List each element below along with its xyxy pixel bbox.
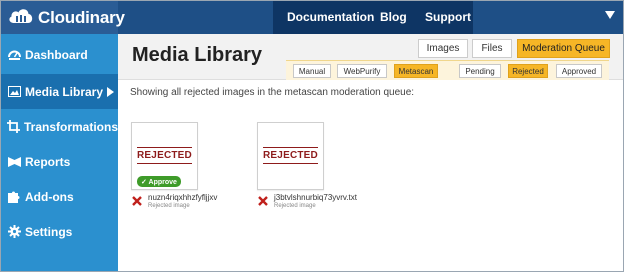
sidebar-item-reports[interactable]: Reports [1,144,118,179]
sidebar-item-transformations[interactable]: Transformations [1,109,118,144]
queue-description: Showing all rejected images in the metas… [130,87,415,98]
moderation-filter-bar: Manual WebPurify Metascan Pending Reject… [286,60,609,80]
filter-manual[interactable]: Manual [293,64,331,78]
filter-pending[interactable]: Pending [459,64,501,78]
app-window: Cloudinary Documentation Blog Support Da… [0,0,624,272]
filter-metascan[interactable]: Metascan [394,64,438,78]
nav-documentation[interactable]: Documentation [287,10,374,24]
puzzle-icon [7,190,21,204]
sidebar-item-label: Settings [25,224,73,239]
sidebar: Dashboard Media Library Transformations … [1,34,118,271]
logo-text: Cloudinary [38,7,125,27]
nav-blog[interactable]: Blog [380,10,407,24]
stamp-line-bottom [137,163,192,164]
cloud-logo-icon [7,4,35,31]
reports-icon [7,155,21,169]
main-content: Media Library Images Files Moderation Qu… [118,34,623,271]
rejected-stamp: REJECTED [137,150,192,161]
media-filename[interactable]: nuzn4riqxhhzfyfljjxv [148,193,217,202]
filter-approved[interactable]: Approved [556,64,602,78]
rejected-stamp: REJECTED [263,150,318,161]
tab-moderation-queue[interactable]: Moderation Queue [517,39,610,58]
sidebar-item-label: Media Library [25,84,104,99]
tab-files[interactable]: Files [472,39,512,58]
nav-support[interactable]: Support [425,10,471,24]
top-bar: Cloudinary Documentation Blog Support [1,1,623,34]
sidebar-item-settings[interactable]: Settings [1,214,118,249]
top-nav: Documentation Blog Support [273,1,473,34]
stamp-line-top [263,147,318,148]
sidebar-item-label: Add-ons [25,189,74,204]
filter-webpurify[interactable]: WebPurify [337,64,387,78]
sidebar-item-label: Transformations [24,119,119,134]
active-arrow-icon [107,87,114,97]
reject-x-icon [132,196,142,206]
sidebar-item-label: Dashboard [25,47,88,62]
logo[interactable]: Cloudinary [1,1,125,34]
account-dropdown-icon[interactable] [605,11,615,19]
sidebar-item-label: Reports [25,154,71,169]
page-title: Media Library [132,44,263,66]
approve-button[interactable]: ✓ Approve [137,176,181,187]
media-library-icon [7,85,21,99]
stamp-line-bottom [263,163,318,164]
media-filename[interactable]: j3btvlshnurbiq73yvrv.txt [274,193,357,202]
media-thumbnail[interactable]: REJECTED ✓ Approve [131,122,198,190]
stamp-line-top [137,147,192,148]
sidebar-item-dashboard[interactable]: Dashboard [1,37,118,72]
reject-x-icon [258,196,268,206]
crop-icon [7,120,20,134]
tab-images[interactable]: Images [418,39,468,58]
sidebar-item-add-ons[interactable]: Add-ons [1,179,118,214]
gear-icon [7,225,21,239]
page-header: Media Library Images Files Moderation Qu… [118,34,623,80]
media-thumbnail[interactable]: REJECTED [257,122,324,190]
filter-rejected[interactable]: Rejected [508,64,548,78]
sidebar-item-media-library[interactable]: Media Library [1,74,118,109]
dashboard-icon [7,48,21,62]
media-status: Rejected image [148,203,190,209]
media-status: Rejected image [274,203,316,209]
